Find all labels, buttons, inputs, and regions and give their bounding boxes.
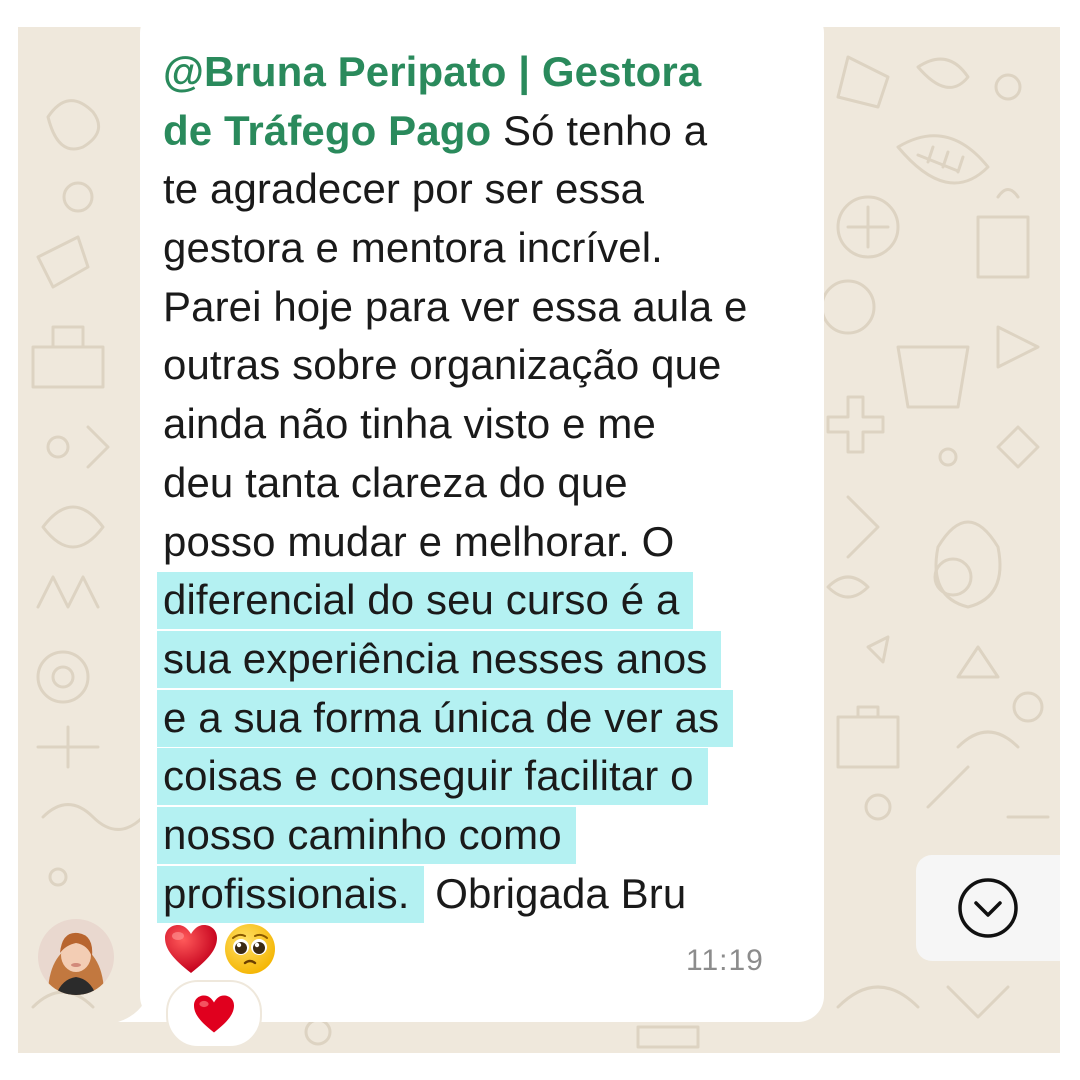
avatar[interactable] xyxy=(38,919,114,995)
message-emojis xyxy=(163,920,277,978)
highlighted-text: coisas e conseguir facilitar o xyxy=(157,748,708,806)
highlighted-text: e a sua forma única de ver as xyxy=(157,689,734,747)
scroll-to-bottom-button[interactable] xyxy=(916,855,1060,961)
message-text-segment: Obrigada Bru xyxy=(423,869,687,917)
message-line: profissionais. Obrigada Bru xyxy=(157,865,803,924)
message-text-segment: Parei hoje para ver essa aula e xyxy=(163,282,748,330)
chevron-down-circle-icon xyxy=(958,878,1018,938)
message-text-segment: ainda não tinha visto e me xyxy=(163,400,656,448)
highlighted-text: nosso caminho como xyxy=(157,806,576,864)
message-line: ainda não tinha visto e me xyxy=(163,395,803,454)
avatar-photo xyxy=(38,919,114,995)
pleading-face-icon xyxy=(225,924,275,974)
message-line: deu tanta clareza do que xyxy=(163,454,803,513)
message-text-segment: deu tanta clareza do que xyxy=(163,458,628,506)
message-line: posso mudar e melhorar. O xyxy=(163,513,803,572)
message-text-segment: gestora e mentora incrível. xyxy=(163,224,663,272)
mention-link[interactable]: de Tráfego Pago xyxy=(163,107,491,154)
message-line: te agradecer por ser essa xyxy=(163,160,803,219)
message-line: outras sobre organização que xyxy=(163,336,803,395)
message-line: @Bruna Peripato | Gestora xyxy=(163,43,803,102)
highlighted-text: sua experiência nesses anos xyxy=(157,630,722,688)
message-line: sua experiência nesses anos xyxy=(157,630,803,689)
message-line: gestora e mentora incrível. xyxy=(163,219,803,278)
highlighted-text: profissionais. xyxy=(157,865,424,923)
highlighted-text: diferencial do seu curso é a xyxy=(157,572,694,630)
message-text-segment: te agradecer por ser essa xyxy=(163,165,645,213)
reaction-badge[interactable] xyxy=(166,980,262,1048)
message-text-segment: posso mudar e melhorar. O xyxy=(163,517,675,565)
message-text-segment: Só tenho a xyxy=(491,106,708,154)
message-line: e a sua forma única de ver as xyxy=(157,689,803,748)
message-line: Parei hoje para ver essa aula e xyxy=(163,278,803,337)
message-line: nosso caminho como xyxy=(157,806,803,865)
message-line: diferencial do seu curso é a xyxy=(157,571,803,630)
message-text: @Bruna Peripato | Gestora de Tráfego Pago… xyxy=(157,43,803,924)
red-heart-icon xyxy=(194,995,234,1033)
message-line: de Tráfego Pago Só tenho a xyxy=(163,102,803,161)
mention-link[interactable]: @Bruna Peripato | Gestora xyxy=(163,48,701,95)
red-heart-icon xyxy=(165,925,217,973)
chat-wallpaper: @Bruna Peripato | Gestora de Tráfego Pago… xyxy=(18,27,1060,1053)
message-line: coisas e conseguir facilitar o xyxy=(157,747,803,806)
message-timestamp: 11:19 xyxy=(686,944,764,977)
message-text-segment: outras sobre organização que xyxy=(163,341,722,389)
